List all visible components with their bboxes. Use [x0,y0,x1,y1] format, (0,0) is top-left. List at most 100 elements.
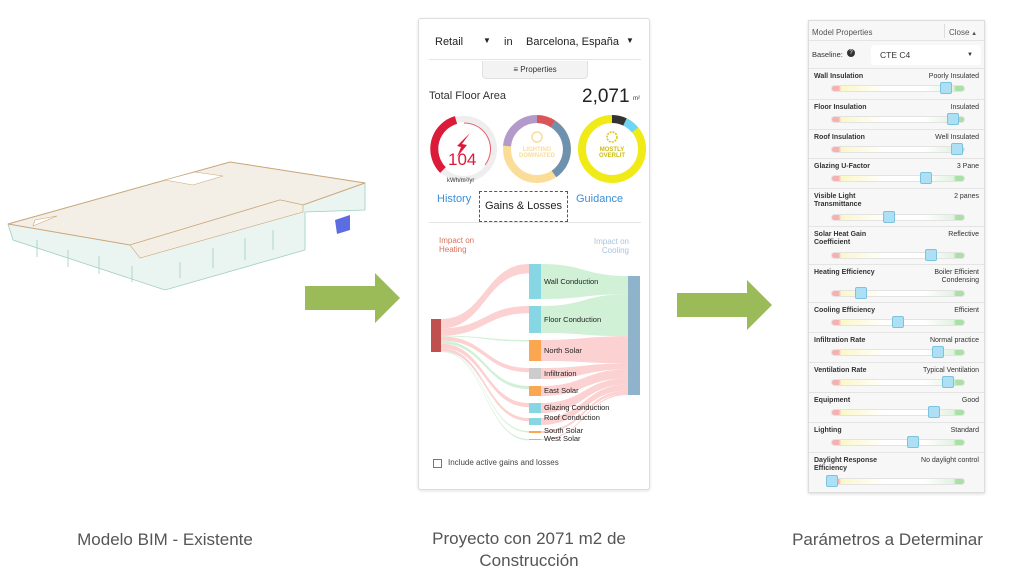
sankey-node-label: Roof Conduction [544,413,600,422]
slider-thumb[interactable] [919,172,932,184]
sankey-node [529,368,541,379]
property-label: Infiltration Rate [814,337,866,344]
model-properties-panel: Model Properties Close ▲ Baseline: ? CTE… [808,20,985,493]
property-slider[interactable] [831,436,965,448]
sankey-node [529,340,541,361]
sankey-node-label: West Solar [544,434,581,443]
sankey-node-cooling [628,276,640,395]
property-slider[interactable] [831,346,965,358]
property-value: Normal practice [929,337,979,344]
property-slider[interactable] [831,211,965,223]
property-row: Infiltration Rate Normal practice [809,332,984,362]
caption-parameters: Parámetros a Determinar [792,530,983,549]
slider-thumb[interactable] [882,211,895,223]
energy-analysis-panel: Retail ▼ in Barcelona, España ▼ ≡ Proper… [418,18,650,490]
model-properties-title: Model Properties [812,28,873,37]
sankey-node-label: Floor Conduction [544,314,602,324]
sankey-node-label: Wall Conduction [544,276,599,286]
property-value: Good [961,397,979,404]
include-active-label: Include active gains and losses [448,458,559,467]
property-row: Solar Heat Gain Coefficient Reflective [809,226,984,264]
sankey-node [529,264,541,299]
property-slider[interactable] [831,249,965,261]
property-label: Visible Light Transmittance [814,193,862,208]
property-label: Glazing U-Factor [814,163,871,170]
slider-thumb[interactable] [951,143,964,155]
property-row: Visible Light Transmittance 2 panes [809,188,984,226]
property-value: Poorly Insulated [928,73,979,80]
property-label: Roof Insulation [814,134,865,141]
property-value: Insulated [950,104,979,111]
sankey-node [529,386,541,396]
baseline-value: CTE C4 [880,50,911,60]
property-row: Glazing U-Factor 3 Pane [809,158,984,188]
caret-down-icon: ▼ [967,52,973,58]
property-row: Cooling Efficiency Efficient [809,302,984,332]
property-slider[interactable] [831,82,965,94]
sankey-node [529,418,541,425]
property-row: Daylight Response Efficiency No daylight… [809,452,984,492]
sankey-node [529,306,541,333]
slider-thumb[interactable] [947,113,960,125]
property-slider[interactable] [826,475,965,487]
property-row: Floor Insulation Insulated [809,99,984,129]
property-label: Wall Insulation [814,73,864,80]
slider-thumb[interactable] [939,82,952,94]
property-value: 2 panes [954,193,979,200]
slider-thumb[interactable] [927,406,940,418]
close-button[interactable]: Close ▲ [949,28,977,37]
sankey-flow [441,351,529,433]
property-slider[interactable] [831,113,965,125]
sankey-node-heating [431,319,441,352]
property-label: Floor Insulation [814,104,867,111]
slider-thumb[interactable] [931,346,944,358]
help-icon[interactable]: ? [847,49,855,57]
sankey-node [529,431,541,433]
property-value: Typical Ventilation [922,367,979,374]
slider-thumb[interactable] [906,436,919,448]
property-slider[interactable] [831,143,965,155]
sankey-node [529,439,541,440]
slider-thumb[interactable] [826,475,838,487]
baseline-label: Baseline: [812,50,843,59]
caption-bim-model: Modelo BIM - Existente [77,530,253,549]
property-slider[interactable] [831,316,965,328]
baseline-select[interactable]: CTE C4 ▼ [871,45,981,65]
property-value: No daylight control [921,457,979,464]
property-label: Heating Efficiency [814,269,875,276]
property-value: 3 Pane [956,163,979,170]
property-slider[interactable] [831,172,965,184]
property-label: Solar Heat Gain Coefficient [814,231,867,246]
sankey-node [529,403,541,413]
property-value: Boiler Efficient Condensing [934,269,979,284]
caption-project: Proyecto con 2071 m2 de Construcción [432,529,626,570]
property-slider[interactable] [831,406,965,418]
property-value: Standard [950,427,979,434]
slider-thumb[interactable] [855,287,868,299]
property-slider[interactable] [831,376,965,388]
sankey-node-label: East Solar [544,386,579,395]
property-row: Wall Insulation Poorly Insulated [809,68,984,99]
arrow-right-icon [305,273,400,323]
property-value: Efficient [954,307,979,314]
property-slider[interactable] [831,287,965,299]
slider-thumb[interactable] [942,376,955,388]
property-row: Lighting Standard [809,422,984,452]
slider-thumb[interactable] [925,249,937,261]
property-label: Equipment [814,397,851,404]
sankey-node-label: Glazing Conduction [544,403,610,412]
sankey-diagram [431,264,640,441]
include-active-checkbox[interactable] [433,459,442,468]
sankey-node-label: North Solar [544,345,582,355]
close-label: Close [949,28,970,37]
slider-thumb[interactable] [892,316,904,328]
property-row: Equipment Good [809,392,984,422]
arrow-right-icon [677,280,772,330]
property-value: Reflective [948,231,979,238]
property-row: Ventilation Rate Typical Ventilation [809,362,984,392]
property-label: Daylight Response Efficiency [814,457,878,472]
property-row: Heating Efficiency Boiler Efficient Cond… [809,264,984,302]
caret-up-icon: ▲ [969,31,978,37]
property-label: Ventilation Rate [814,367,867,374]
property-label: Lighting [814,427,842,434]
